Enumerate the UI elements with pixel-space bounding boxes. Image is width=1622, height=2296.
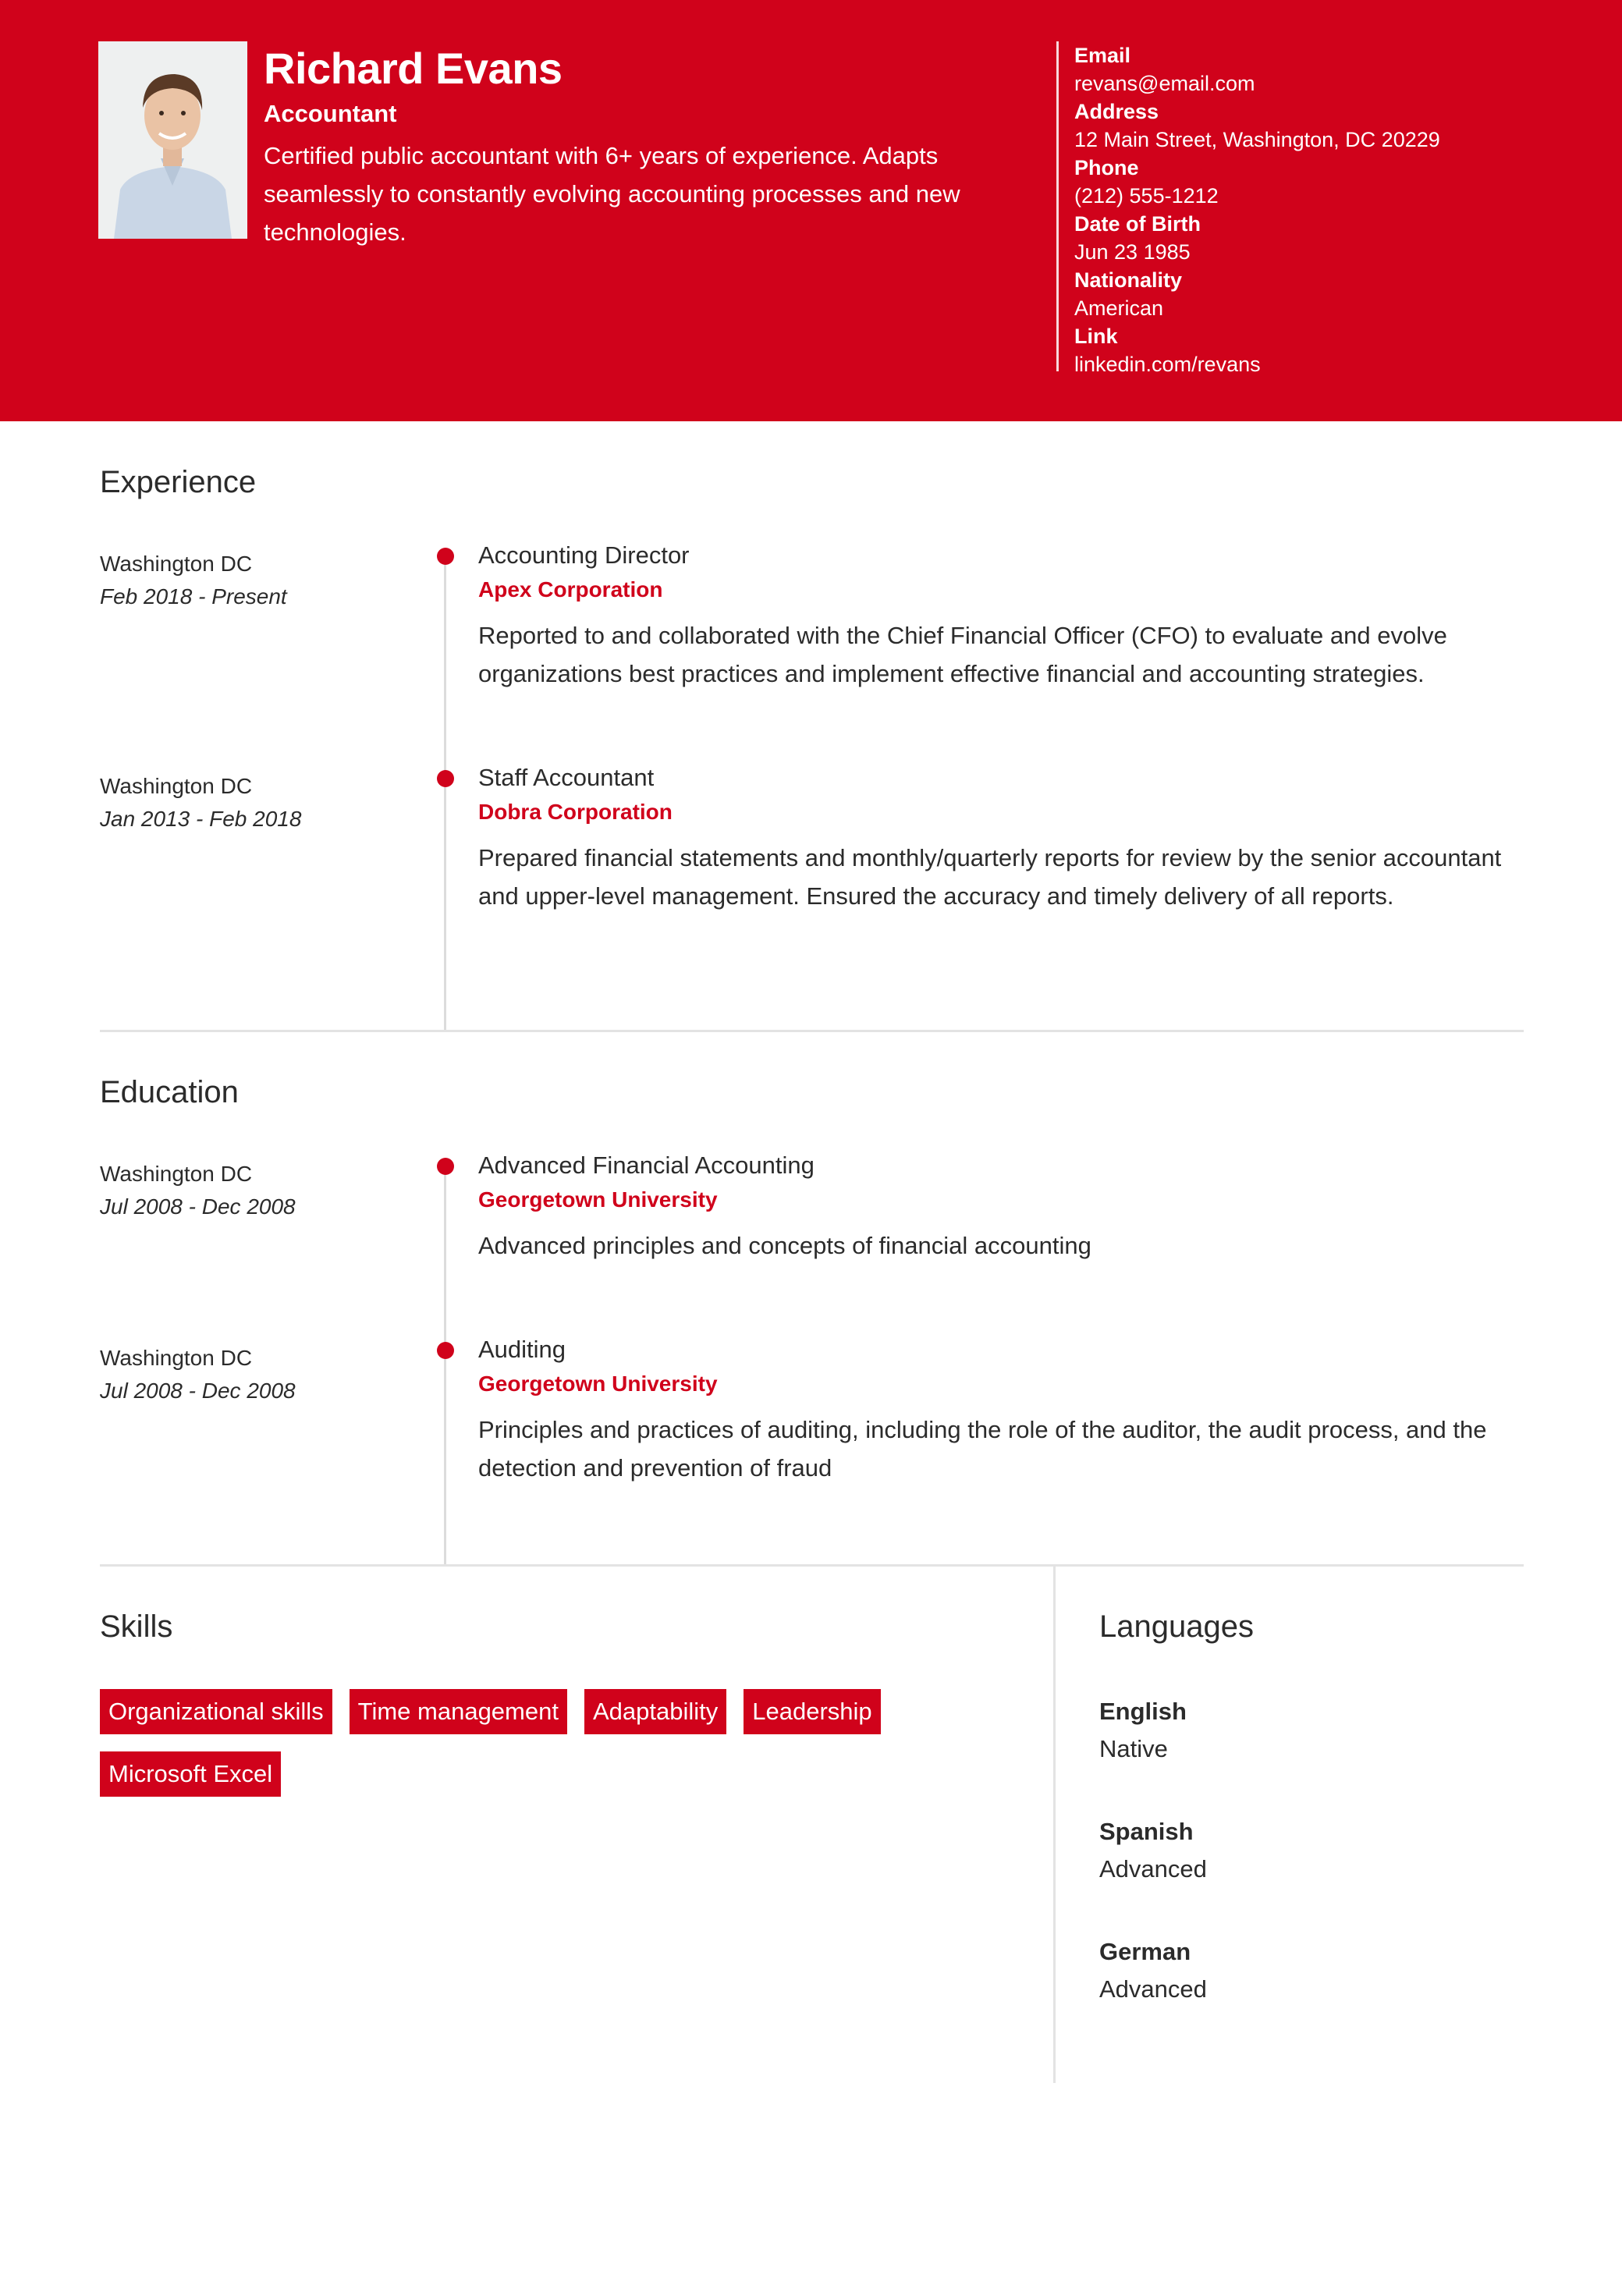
section-divider xyxy=(100,1564,1524,1567)
person-photo-icon xyxy=(98,41,247,239)
entry-location: Washington DC xyxy=(100,552,253,576)
nationality-label: Nationality xyxy=(1074,268,1183,292)
language-level: Advanced xyxy=(1099,1855,1207,1883)
education-entry-2-meta: Washington DC Jul 2008 - Dec 2008 xyxy=(100,1342,412,1407)
job-title: Accountant xyxy=(264,100,397,127)
skill-tag: Organizational skills xyxy=(100,1689,332,1734)
entry-dates: Jan 2013 - Feb 2018 xyxy=(100,807,302,831)
language-name: Spanish xyxy=(1099,1818,1194,1845)
section-divider xyxy=(100,1030,1524,1032)
language-item: German Advanced xyxy=(1099,1933,1207,2008)
entry-role: Staff Accountant xyxy=(478,764,655,791)
nationality-value: American xyxy=(1074,296,1164,320)
entry-description: Principles and practices of auditing, in… xyxy=(478,1416,1487,1482)
language-name: English xyxy=(1099,1698,1187,1725)
entry-organization: Apex Corporation xyxy=(478,577,663,602)
entry-location: Washington DC xyxy=(100,774,253,798)
dob-value: Jun 23 1985 xyxy=(1074,240,1191,264)
address-label: Address xyxy=(1074,100,1159,123)
skill-tag: Leadership xyxy=(744,1689,881,1734)
skill-tag: Time management xyxy=(349,1689,567,1734)
education-entry-1-meta: Washington DC Jul 2008 - Dec 2008 xyxy=(100,1158,412,1223)
entry-organization: Dobra Corporation xyxy=(478,800,673,824)
language-level: Advanced xyxy=(1099,1975,1207,2003)
email-label: Email xyxy=(1074,44,1131,67)
language-level: Native xyxy=(1099,1735,1168,1762)
dob-label: Date of Birth xyxy=(1074,212,1201,236)
education-section-title: Education xyxy=(100,1075,239,1109)
column-divider xyxy=(1053,1564,1056,2083)
education-timeline-line xyxy=(444,1166,446,1564)
entry-course: Auditing xyxy=(478,1336,566,1363)
contact-details: Email revans@email.com Address 12 Main S… xyxy=(1056,41,1440,376)
timeline-dot-icon xyxy=(437,1342,454,1359)
timeline-dot-icon xyxy=(437,548,454,565)
link-value[interactable]: linkedin.com/revans xyxy=(1074,350,1440,378)
profile-photo xyxy=(98,41,247,239)
entry-description: Advanced principles and concepts of fina… xyxy=(478,1232,1091,1259)
link-label: Link xyxy=(1074,325,1118,348)
email-value[interactable]: revans@email.com xyxy=(1074,69,1440,98)
entry-location: Washington DC xyxy=(100,1346,253,1370)
language-item: Spanish Advanced xyxy=(1099,1813,1207,1888)
candidate-name: Richard Evans xyxy=(264,44,563,93)
resume-header: Richard Evans Accountant Certified publi… xyxy=(0,0,1622,421)
skills-list: Organizational skills Time management Ad… xyxy=(100,1689,1020,1797)
entry-course: Advanced Financial Accounting xyxy=(478,1152,815,1179)
entry-institution: Georgetown University xyxy=(478,1372,718,1396)
entry-role: Accounting Director xyxy=(478,541,690,569)
entry-institution: Georgetown University xyxy=(478,1187,718,1212)
skills-section-title: Skills xyxy=(100,1609,173,1644)
timeline-dot-icon xyxy=(437,770,454,787)
skill-tag: Microsoft Excel xyxy=(100,1751,282,1797)
experience-entry-2-meta: Washington DC Jan 2013 - Feb 2018 xyxy=(100,770,412,836)
education-entry-1: Advanced Financial Accounting Georgetown… xyxy=(478,1148,1524,1265)
entry-description: Reported to and collaborated with the Ch… xyxy=(478,622,1447,687)
experience-entry-2: Staff Accountant Dobra Corporation Prepa… xyxy=(478,761,1524,915)
education-entry-2: Auditing Georgetown University Principle… xyxy=(478,1333,1524,1487)
experience-section-title: Experience xyxy=(100,465,257,499)
phone-value[interactable]: (212) 555-1212 xyxy=(1074,182,1440,210)
experience-timeline-line xyxy=(444,555,446,1031)
profile-summary: Certified public accountant with 6+ year… xyxy=(264,142,960,246)
skill-tag: Adaptability xyxy=(584,1689,727,1734)
experience-entry-1-meta: Washington DC Feb 2018 - Present xyxy=(100,548,412,613)
entry-description: Prepared financial statements and monthl… xyxy=(478,844,1502,910)
phone-label: Phone xyxy=(1074,156,1139,179)
entry-dates: Feb 2018 - Present xyxy=(100,584,287,609)
language-item: English Native xyxy=(1099,1693,1187,1768)
languages-section-title: Languages xyxy=(1099,1609,1254,1644)
address-value: 12 Main Street, Washington, DC 20229 xyxy=(1074,128,1440,151)
experience-entry-1: Accounting Director Apex Corporation Rep… xyxy=(478,538,1524,693)
timeline-dot-icon xyxy=(437,1158,454,1175)
language-name: German xyxy=(1099,1938,1191,1965)
entry-dates: Jul 2008 - Dec 2008 xyxy=(100,1194,296,1219)
entry-location: Washington DC xyxy=(100,1162,253,1186)
entry-dates: Jul 2008 - Dec 2008 xyxy=(100,1379,296,1403)
